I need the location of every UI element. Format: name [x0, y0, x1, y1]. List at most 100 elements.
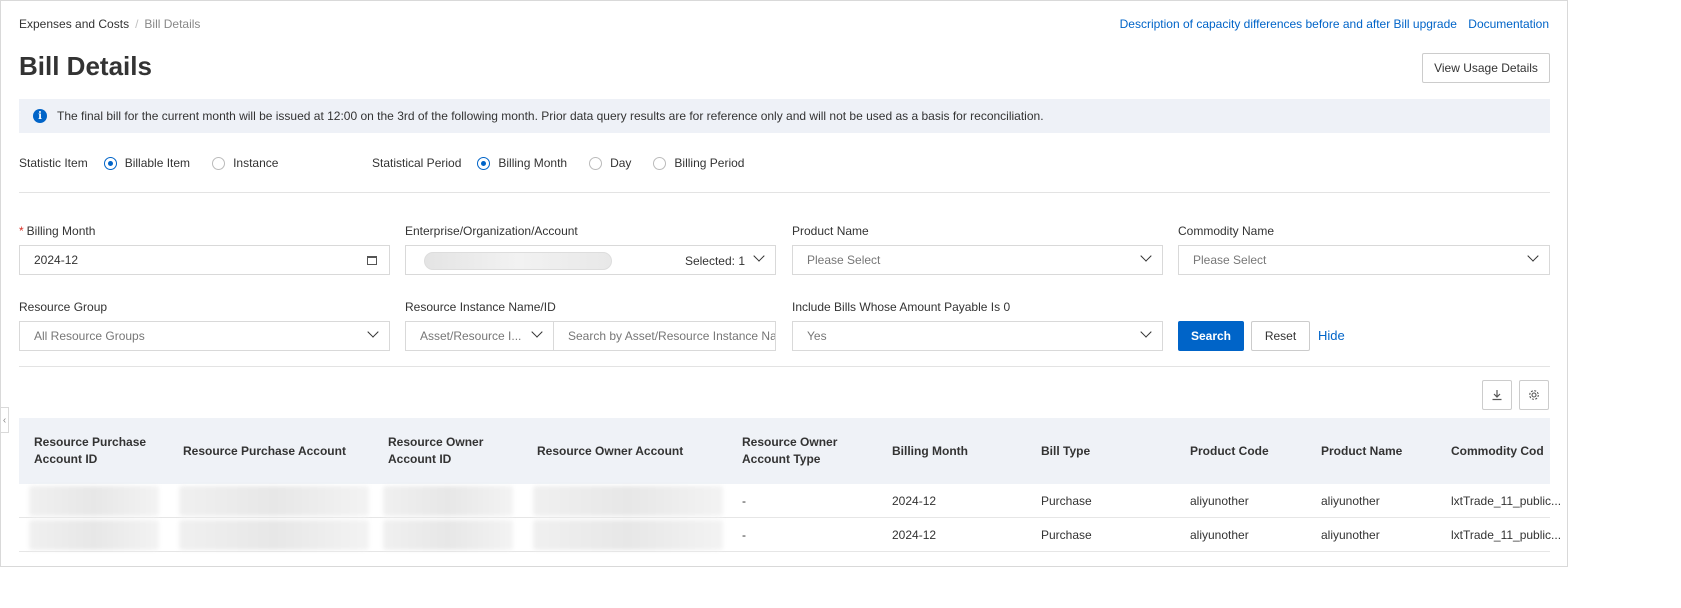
- hide-filters-link[interactable]: Hide: [1318, 328, 1345, 343]
- column-header: Billing Month: [892, 443, 968, 458]
- notice-banner: i The final bill for the current month w…: [19, 99, 1550, 133]
- settings-button[interactable]: [1519, 380, 1549, 410]
- page-title: Bill Details: [19, 51, 152, 81]
- redacted-cell: [29, 486, 159, 516]
- resource-instance-type-select[interactable]: Asset/Resource I...: [405, 321, 554, 351]
- redacted-cell: [29, 520, 159, 550]
- radio-label: Billable Item: [124, 156, 191, 170]
- search-button[interactable]: Search: [1178, 321, 1244, 351]
- notice-text: The final bill for the current month wil…: [57, 109, 1044, 123]
- top-links: Description of capacity differences befo…: [1112, 17, 1549, 31]
- table-header: Resource Purchase Account ID Resource Pu…: [19, 418, 1550, 484]
- radio-checked-icon: [103, 156, 117, 170]
- account-selector[interactable]: Selected: 1: [405, 245, 776, 275]
- radio-label: Instance: [233, 156, 279, 170]
- owner-account-type-cell: -: [742, 528, 746, 542]
- divider: [19, 192, 1550, 193]
- redacted-cell: [383, 486, 513, 516]
- product-name-placeholder: Please Select: [807, 253, 881, 267]
- redacted-cell: [179, 486, 369, 516]
- radio-label: Billing Month: [498, 156, 568, 170]
- radio-checked-icon: [477, 156, 491, 170]
- product-code-cell: aliyunother: [1190, 494, 1249, 508]
- commodity-code-cell: lxtTrade_11_public...: [1451, 494, 1562, 508]
- owner-account-type-cell: -: [742, 494, 746, 508]
- chevron-down-icon: [367, 326, 379, 338]
- reset-button[interactable]: Reset: [1251, 321, 1310, 351]
- divider: [19, 366, 1550, 367]
- radio-unchecked-icon: [589, 156, 603, 170]
- radio-billing-period[interactable]: Billing Period: [653, 156, 744, 170]
- commodity-code-cell: lxtTrade_11_public...: [1451, 528, 1562, 542]
- billing-month-picker[interactable]: 2024-12: [19, 245, 390, 275]
- calendar-icon: [367, 256, 377, 265]
- chevron-down-icon: [531, 326, 543, 338]
- redacted-cell: [533, 520, 723, 550]
- collapse-handle[interactable]: ‹: [1, 407, 9, 433]
- radio-billing-month[interactable]: Billing Month: [477, 156, 567, 170]
- required-mark: *: [19, 224, 24, 238]
- resource-instance-type-value: Asset/Resource I...: [420, 329, 522, 343]
- column-header: Resource Owner Account ID: [388, 435, 484, 466]
- column-header: Resource Purchase Account ID: [34, 435, 147, 466]
- account-tag: [424, 252, 612, 270]
- billing-month-value: 2024-12: [34, 253, 79, 267]
- product-name-cell: aliyunother: [1321, 528, 1380, 542]
- statistic-item-group: Statistic Item Billable Item Instance: [19, 156, 300, 170]
- radio-label: Day: [610, 156, 632, 170]
- include-zero-label: Include Bills Whose Amount Payable Is 0: [792, 300, 1011, 314]
- gear-icon: [1529, 390, 1539, 400]
- table-row-partial: [19, 552, 1550, 566]
- product-name-label: Product Name: [792, 224, 869, 238]
- radio-day[interactable]: Day: [589, 156, 631, 170]
- download-icon: [1492, 390, 1502, 401]
- search-placeholder: Search by Asset/Resource Instance Nar: [568, 329, 776, 343]
- include-zero-select[interactable]: Yes: [792, 321, 1163, 351]
- chevron-left-icon: ‹: [2, 414, 7, 426]
- resource-group-select[interactable]: All Resource Groups: [19, 321, 390, 351]
- breadcrumb: Expenses and Costs / Bill Details: [19, 17, 200, 31]
- statistic-item-label: Statistic Item: [19, 156, 88, 170]
- product-name-select[interactable]: Please Select: [792, 245, 1163, 275]
- radio-billable-item[interactable]: Billable Item: [103, 156, 191, 170]
- info-icon: i: [33, 109, 47, 123]
- chevron-down-icon: [753, 250, 765, 262]
- column-header: Product Name: [1321, 443, 1403, 458]
- statistical-period-label: Statistical Period: [372, 156, 462, 170]
- documentation-link[interactable]: Documentation: [1468, 17, 1549, 31]
- breadcrumb-current: Bill Details: [144, 17, 201, 31]
- billing-month-cell: 2024-12: [892, 528, 937, 542]
- bill-table: Resource Purchase Account ID Resource Pu…: [19, 418, 1561, 566]
- radio-unchecked-icon: [212, 156, 226, 170]
- column-header: Resource Owner Account: [537, 443, 684, 458]
- resource-group-value: All Resource Groups: [34, 329, 145, 343]
- include-zero-value: Yes: [807, 329, 827, 343]
- redacted-cell: [533, 486, 723, 516]
- capacity-description-link[interactable]: Description of capacity differences befo…: [1120, 17, 1457, 31]
- column-header: Bill Type: [1041, 443, 1091, 458]
- table-row[interactable]: - 2024-12 Purchase aliyunother aliyunoth…: [19, 518, 1561, 552]
- table-row[interactable]: - 2024-12 Purchase aliyunother aliyunoth…: [19, 484, 1561, 518]
- commodity-name-select[interactable]: Please Select: [1178, 245, 1550, 275]
- label-text: Billing Month: [26, 224, 96, 238]
- chevron-down-icon: [1140, 250, 1152, 262]
- radio-label: Billing Period: [674, 156, 745, 170]
- statistical-period-group: Statistical Period Billing Month Day Bil…: [372, 156, 766, 170]
- chevron-down-icon: [1527, 250, 1539, 262]
- bill-type-cell: Purchase: [1041, 528, 1092, 542]
- bill-details-page: Expenses and Costs / Bill Details Descript…: [0, 0, 1568, 567]
- bill-type-cell: Purchase: [1041, 494, 1092, 508]
- breadcrumb-root[interactable]: Expenses and Costs: [19, 17, 129, 31]
- account-label: Enterprise/Organization/Account: [405, 224, 578, 238]
- account-selected-count: Selected: 1: [684, 254, 745, 268]
- radio-unchecked-icon: [653, 156, 667, 170]
- resource-instance-label: Resource Instance Name/ID: [405, 300, 556, 314]
- radio-instance[interactable]: Instance: [212, 156, 278, 170]
- chevron-down-icon: [1140, 326, 1152, 338]
- resource-instance-search-input[interactable]: Search by Asset/Resource Instance Nar: [553, 321, 776, 351]
- download-button[interactable]: [1482, 380, 1512, 410]
- view-usage-details-button[interactable]: View Usage Details: [1422, 53, 1550, 83]
- product-code-cell: aliyunother: [1190, 528, 1249, 542]
- product-name-cell: aliyunother: [1321, 494, 1380, 508]
- resource-group-label: Resource Group: [19, 300, 108, 314]
